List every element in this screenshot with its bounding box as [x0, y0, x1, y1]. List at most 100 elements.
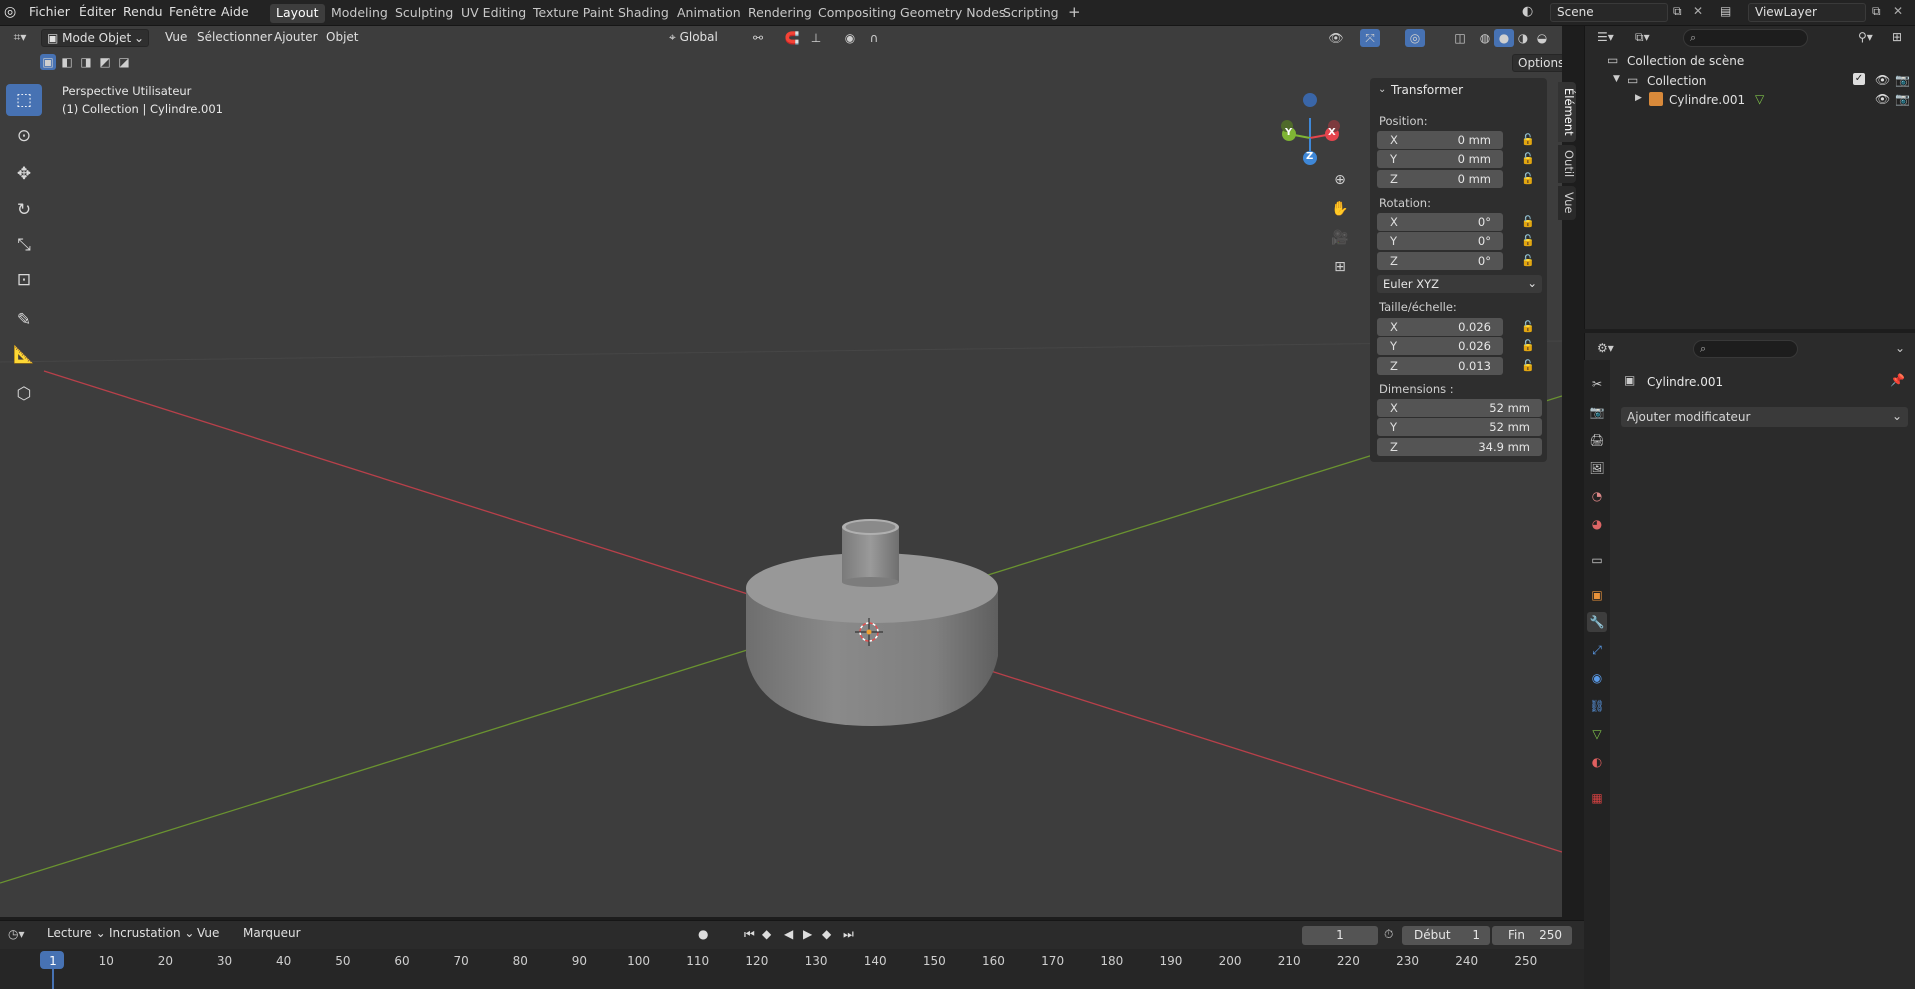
tab-sculpting[interactable]: Sculpting [389, 4, 459, 23]
scene-tab-icon[interactable]: ◔ [1587, 486, 1607, 506]
menu-fenetre[interactable]: Fenêtre [169, 4, 216, 19]
lock-icon[interactable]: 🔓 [1521, 254, 1535, 268]
lock-icon[interactable]: 🔓 [1521, 234, 1535, 248]
sidebar-tab-outil[interactable]: Outil [1558, 145, 1576, 183]
tool-tab-icon[interactable]: ✂ [1587, 374, 1607, 394]
new-scene-icon[interactable]: ⧉ [1673, 4, 1682, 19]
ortho-grid-icon[interactable]: ⊞ [1329, 256, 1351, 278]
lock-icon[interactable]: 🔓 [1521, 172, 1535, 186]
position-z-field[interactable]: Z 0 mm [1377, 170, 1503, 188]
tab-geometry-nodes[interactable]: Geometry Nodes [894, 4, 1011, 23]
menu-marqueur[interactable]: Marqueur [238, 925, 306, 943]
scale-tool-icon[interactable]: ⤡ [6, 229, 42, 261]
zoom-icon[interactable]: ⊕ [1329, 169, 1351, 191]
camera-render-icon[interactable]: 📷 [1895, 92, 1910, 106]
outliner-search-input[interactable]: ⌕ [1683, 29, 1808, 47]
tab-rendering[interactable]: Rendering [742, 4, 818, 23]
modifier-tab-icon[interactable]: 🔧 [1587, 612, 1607, 632]
add-cube-tool-icon[interactable]: ⬡ [6, 378, 42, 410]
snap-target-icon[interactable]: ⊥ [806, 29, 826, 47]
outliner-row-scene-collection[interactable]: ▭ Collection de scène [1585, 51, 1915, 71]
jump-start-icon[interactable]: ⏮ [744, 927, 755, 942]
prev-keyframe-icon[interactable]: ◆ [762, 927, 771, 941]
add-workspace-button[interactable]: + [1062, 2, 1087, 21]
world-tab-icon[interactable]: ◕ [1587, 514, 1607, 534]
rotation-z-field[interactable]: Z 0° [1377, 252, 1503, 270]
tab-layout[interactable]: Layout [270, 4, 325, 23]
position-x-field[interactable]: X 0 mm [1377, 131, 1503, 149]
tab-texture-paint[interactable]: Texture Paint [527, 4, 620, 23]
lock-icon[interactable]: 🔓 [1521, 152, 1535, 166]
output-tab-icon[interactable]: 🖨 [1587, 430, 1607, 450]
select-box-tool-icon[interactable]: ⬚ [6, 84, 42, 116]
sidebar-tab-vue[interactable]: Vue [1558, 186, 1576, 220]
display-mode-icon[interactable]: ⧉▾ [1635, 30, 1650, 45]
lock-icon[interactable]: 🔓 [1521, 320, 1535, 334]
lock-icon[interactable]: 🔓 [1521, 339, 1535, 353]
end-frame-field[interactable]: Fin 250 [1492, 926, 1572, 945]
expand-arrow-icon[interactable]: ▶ [1635, 93, 1642, 103]
object-tab-icon[interactable]: ▣ [1587, 585, 1607, 605]
tab-uv-editing[interactable]: UV Editing [455, 4, 532, 23]
tab-scripting[interactable]: Scripting [997, 4, 1065, 23]
annotate-tool-icon[interactable]: ✎ [6, 304, 42, 336]
falloff-icon[interactable]: ∩ [864, 29, 884, 47]
rotate-tool-icon[interactable]: ↻ [6, 194, 42, 226]
particles-tab-icon[interactable]: ⤢ [1587, 640, 1607, 660]
outliner-row-object[interactable]: ▶ Cylindre.001 ▽ 👁 📷 [1585, 90, 1915, 110]
gizmo-toggle-icon[interactable]: ⤧ [1360, 29, 1380, 47]
new-view-layer-icon[interactable]: ⧉ [1872, 4, 1881, 19]
menu-selectionner[interactable]: Sélectionner [192, 29, 277, 47]
select-invert-icon[interactable]: ◩ [97, 54, 113, 70]
rotation-x-field[interactable]: X 0° [1377, 213, 1503, 231]
properties-editor-icon[interactable]: ⚙▾ [1597, 341, 1614, 355]
material-shading-icon[interactable]: ◑ [1513, 29, 1533, 47]
rotation-mode-dropdown[interactable]: Euler XYZ ⌄ [1377, 275, 1542, 293]
menu-aide[interactable]: Aide [221, 4, 249, 19]
xray-toggle-icon[interactable]: ◫ [1450, 29, 1470, 47]
position-y-field[interactable]: Y 0 mm [1377, 150, 1503, 168]
camera-view-icon[interactable]: 🎥 [1329, 227, 1351, 249]
scale-z-field[interactable]: Z 0.013 [1377, 357, 1503, 375]
lock-icon[interactable]: 🔓 [1521, 133, 1535, 147]
expand-arrow-icon[interactable]: ▼ [1613, 74, 1620, 84]
scene-selector-icon[interactable]: ◐ [1522, 4, 1533, 19]
eye-icon[interactable]: 👁 [1875, 92, 1890, 106]
wireframe-shading-icon[interactable]: ◍ [1475, 29, 1495, 47]
delete-view-layer-icon[interactable]: ✕ [1893, 4, 1903, 18]
new-collection-icon[interactable]: ⊞ [1892, 30, 1902, 44]
sidebar-tab-element[interactable]: Élément [1558, 82, 1576, 142]
pin-icon[interactable]: 📌 [1890, 373, 1905, 387]
constraints-tab-icon[interactable]: ⛓ [1587, 696, 1607, 716]
data-tab-icon[interactable]: ▽ [1587, 724, 1607, 744]
select-subtract-icon[interactable]: ◨ [78, 54, 94, 70]
options-dropdown[interactable]: Options ⌄ [1512, 54, 1562, 84]
menu-editer[interactable]: Éditer [79, 4, 116, 19]
select-new-icon[interactable]: ▣ [40, 54, 56, 70]
add-modifier-dropdown[interactable]: Ajouter modificateur ⌄ [1621, 407, 1908, 427]
scale-x-field[interactable]: X 0.026 [1377, 318, 1503, 336]
play-reverse-icon[interactable]: ◀ [784, 927, 793, 941]
mode-dropdown[interactable]: ▣ Mode Objet ⌄ [41, 29, 149, 47]
snap-toggle-icon[interactable]: 🧲 [782, 29, 802, 47]
mesh-data-icon[interactable]: ▽ [1755, 92, 1764, 106]
visibility-selectable-icon[interactable]: 👁 [1326, 29, 1346, 47]
properties-search-input[interactable]: ⌕ [1693, 340, 1798, 358]
outliner-editor-icon[interactable]: ☰▾ [1597, 30, 1614, 44]
filter-icon[interactable]: ⚲▾ [1858, 30, 1873, 44]
collapse-arrow-icon[interactable]: ⌄ [1378, 84, 1386, 95]
chevron-down-icon[interactable]: ⌄ [1895, 341, 1905, 355]
timeline-editor-icon[interactable]: ◷▾ [8, 927, 25, 941]
move-tool-icon[interactable]: ✥ [6, 158, 42, 190]
rotation-y-field[interactable]: Y 0° [1377, 232, 1503, 250]
menu-rendu[interactable]: Rendu [123, 4, 163, 19]
3d-viewport[interactable]: ⌗▾ ▣ Mode Objet ⌄ Vue Sélectionner Ajoute… [0, 26, 1562, 917]
cursor-tool-icon[interactable]: ⊙ [6, 120, 42, 152]
scene-name-field[interactable]: Scene [1550, 3, 1668, 22]
delete-scene-icon[interactable]: ✕ [1693, 4, 1703, 18]
next-keyframe-icon[interactable]: ◆ [822, 927, 831, 941]
menu-vue[interactable]: Vue [160, 29, 192, 47]
editor-type-icon[interactable]: ⌗▾ [10, 28, 30, 46]
eye-icon[interactable]: 👁 [1875, 73, 1890, 87]
collection-tab-icon[interactable]: ▭ [1587, 550, 1607, 570]
